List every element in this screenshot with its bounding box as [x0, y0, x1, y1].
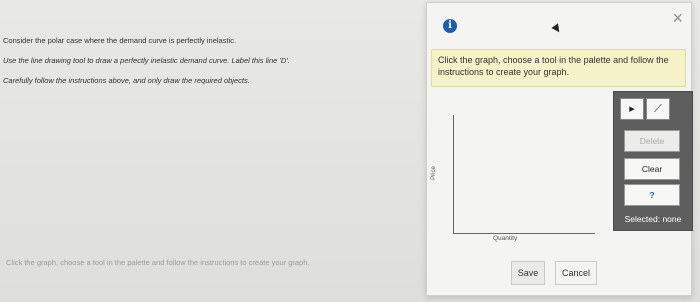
- instruction-banner: Click the graph, choose a tool in the pa…: [431, 49, 686, 87]
- instruction-line-3: Carefully follow the instructions above,…: [3, 76, 250, 85]
- tool-palette: ▸ ⟋ Delete Clear ? Selected: none: [613, 91, 693, 231]
- delete-button[interactable]: Delete: [624, 130, 680, 152]
- arrow-tool-icon[interactable]: ▸: [620, 98, 644, 120]
- help-button[interactable]: ?: [624, 184, 680, 206]
- graph-canvas[interactable]: Price Quantity: [431, 115, 599, 243]
- y-axis-label: Price: [430, 166, 437, 180]
- page-background: Consider the polar case where the demand…: [0, 0, 700, 302]
- close-icon[interactable]: ×: [672, 9, 683, 27]
- x-axis: [453, 233, 595, 234]
- instruction-line-2: Use the line drawing tool to draw a perf…: [3, 56, 290, 65]
- footer-hint-text: Click the graph, choose a tool in the pa…: [6, 258, 310, 267]
- save-button[interactable]: Save: [511, 261, 545, 285]
- cancel-button[interactable]: Cancel: [555, 261, 597, 285]
- line-tool-icon[interactable]: ⟋: [646, 98, 670, 120]
- clear-button[interactable]: Clear: [624, 158, 680, 180]
- instruction-line-1: Consider the polar case where the demand…: [3, 36, 237, 45]
- x-axis-label: Quantity: [493, 235, 518, 242]
- mouse-cursor-icon: [551, 23, 563, 35]
- y-axis: [453, 115, 454, 233]
- info-icon: i: [443, 19, 457, 33]
- graph-dialog: i × Click the graph, choose a tool in th…: [426, 2, 693, 296]
- selected-status: Selected: none: [624, 214, 682, 224]
